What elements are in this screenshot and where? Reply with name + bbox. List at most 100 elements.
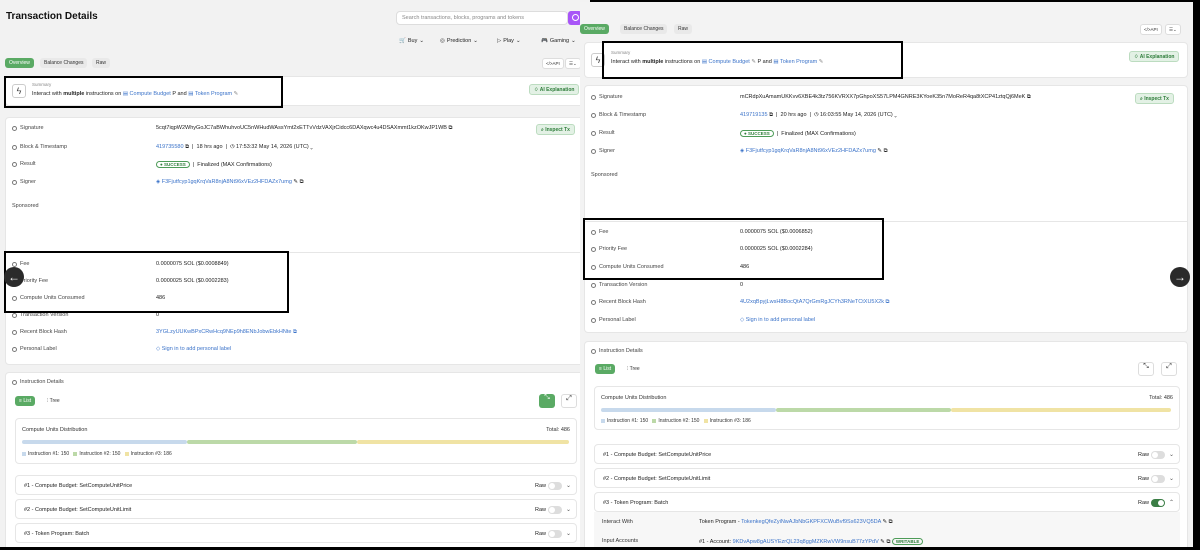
chevron-down-icon: ⌄ [571, 38, 576, 44]
edit-icon[interactable]: ✎ [877, 148, 882, 154]
tab-overview[interactable]: Overview [580, 24, 609, 34]
wallet-icon: ◈ [156, 179, 161, 185]
search-input[interactable]: Search transactions, blocks, programs an… [396, 11, 568, 25]
chevron-up-icon[interactable]: ⌃ [1169, 499, 1174, 506]
sign-in-link[interactable]: Sign in to add personal label [162, 346, 231, 352]
inspect-icon: ⌕ [541, 127, 544, 133]
signature-value[interactable]: mCRdpXuAmamUKKvv6XBE4k3tz756KVRXX7pGhpoX… [740, 94, 1031, 101]
sponsored-label: Sponsored [591, 172, 618, 178]
copy-icon[interactable]: ⧉ [293, 329, 297, 335]
account-address-link[interactable]: 9KDvApw8gAUSYEzrQL23q8ggMZKRwVW9nsuB77zY… [733, 539, 879, 545]
instruction-row[interactable]: #3 - Token Program: Batch Raw ⌄ [15, 523, 577, 543]
info-icon [591, 130, 596, 136]
copy-icon[interactable]: ⧉ [886, 539, 890, 545]
next-arrow-icon[interactable]: → [1170, 267, 1190, 287]
inspect-tx-button[interactable]: ⌕ Inspect Tx [1135, 93, 1174, 104]
instruction-row[interactable]: #1 - Compute Budget: SetComputeUnitPrice… [594, 444, 1180, 464]
raw-toggle[interactable] [548, 506, 562, 514]
copy-icon[interactable]: ⧉ [1027, 94, 1031, 100]
instruction-row[interactable]: #2 - Compute Budget: SetComputeUnitLimit… [594, 468, 1180, 488]
copy-icon[interactable]: ⧉ [769, 112, 773, 118]
signer-link[interactable]: F3Fjutfcyp1gqKrqVaR8njA8Nt96xVEz2HFDAZx7… [746, 148, 876, 154]
interact-with-value: Token Program - TokenkegQfeZyiNwAJbNbGKP… [699, 519, 893, 525]
copy-icon[interactable]: ⧉ [300, 179, 304, 185]
view-list-tab[interactable]: ≡ List [595, 364, 616, 374]
cu-bar-instruction-3 [951, 408, 1171, 412]
tx-version-value: 0 [740, 282, 744, 288]
edit-icon[interactable]: ✎ [293, 179, 298, 185]
nav-gaming[interactable]: 🎮 Gaming ⌄ [541, 38, 576, 44]
tab-overview[interactable]: Overview [5, 58, 34, 68]
nav-buy[interactable]: 🛒 Buy ⌄ [399, 38, 424, 44]
instruction-row[interactable]: #3 - Token Program: Batch Raw ⌃ [594, 492, 1180, 512]
edit-icon[interactable]: ✎ [880, 539, 885, 545]
view-list-tab[interactable]: ≡ List [15, 396, 36, 406]
chevron-down-icon[interactable]: ⌄ [894, 112, 897, 118]
menu-button[interactable]: ☰⌄ [565, 58, 581, 69]
block-link[interactable]: 419735580 [156, 144, 184, 150]
copy-icon[interactable]: ⧉ [889, 519, 893, 525]
chevron-down-icon[interactable]: ⌄ [1169, 475, 1174, 482]
list-icon: ≡ [19, 398, 22, 404]
chevron-down-icon[interactable]: ⌄ [566, 530, 571, 537]
ai-explanation-button[interactable]: ♢ AI Explanation [529, 84, 580, 95]
copy-icon[interactable]: ⧉ [185, 144, 189, 150]
program-address-link[interactable]: TokenkegQfeZyiNwAJbNbGKPFXCWuBvf9Ss623VQ… [741, 519, 881, 525]
nav-prediction[interactable]: ◎ Prediction ⌄ [440, 38, 478, 44]
success-badge: ● SUCCESS [740, 130, 774, 137]
collapse-icon[interactable]: ⤡ [539, 394, 555, 408]
sign-in-link[interactable]: Sign in to add personal label [746, 317, 815, 323]
tab-balance-changes[interactable]: Balance Changes [40, 58, 88, 68]
signature-value[interactable]: 5cqt7iqpW2WhyGoJC7aBWhuhvoUC5nWHudWAssYm… [156, 125, 452, 132]
menu-button[interactable]: ☰⌄ [1165, 24, 1181, 35]
gamepad-icon: 🎮 [541, 38, 548, 44]
api-button[interactable]: </>API [1140, 24, 1162, 35]
api-button[interactable]: </>API [542, 58, 564, 69]
inspect-tx-button[interactable]: ⌕ Inspect Tx [536, 124, 575, 135]
copy-icon[interactable]: ⧉ [884, 148, 888, 154]
raw-toggle[interactable] [548, 482, 562, 490]
previous-arrow-icon[interactable]: ← [4, 267, 24, 287]
clock-icon: ◷ [230, 144, 235, 150]
signer-label: Signer [12, 179, 36, 185]
tab-raw[interactable]: Raw [92, 58, 111, 68]
expand-icon[interactable]: ⤢ [561, 394, 577, 408]
block-hash-link[interactable]: 4U2xqBpyjLwsH8BocQtA7QrGmRgJCYh3RNeTCtXU… [740, 299, 884, 305]
copy-icon[interactable]: ⧉ [449, 125, 453, 131]
raw-toggle[interactable] [1151, 499, 1165, 507]
info-icon [591, 282, 596, 288]
signer-link[interactable]: F3Fjutfcyp1gqKrqVaR8njA8Nt96xVEz2HFDAZx7… [162, 179, 292, 185]
info-icon [12, 125, 17, 131]
tab-raw[interactable]: Raw [674, 24, 693, 34]
ai-explanation-button[interactable]: ♢ AI Explanation [1129, 51, 1180, 62]
nav-play[interactable]: ▷ Play ⌄ [497, 38, 521, 44]
chevron-down-icon[interactable]: ⌄ [310, 144, 313, 150]
signer-value: ◈ F3Fjutfcyp1gqKrqVaR8njA8Nt96xVEz2HFDAZ… [740, 148, 888, 155]
raw-toggle[interactable] [1151, 451, 1165, 459]
signer-value: ◈ F3Fjutfcyp1gqKrqVaR8njA8Nt96xVEz2HFDAZ… [156, 179, 304, 186]
tab-balance-changes[interactable]: Balance Changes [620, 24, 668, 34]
block-hash-value: 3YGLzyUUKwBPxCRwHcq9NEp9h8ENbJobwEbkHNte… [156, 329, 297, 336]
view-tree-tab[interactable]: ⫶ Tree [623, 364, 644, 374]
result-value: ● SUCCESS | Finalized (MAX Confirmations… [740, 130, 856, 137]
view-tree-tab[interactable]: ⫶ Tree [43, 396, 64, 406]
expand-icon[interactable]: ⤢ [1161, 362, 1177, 376]
collapse-icon[interactable]: ⤡ [1138, 362, 1154, 376]
input-accounts-label: Input Accounts [602, 538, 639, 544]
copy-icon[interactable]: ⧉ [886, 299, 890, 305]
raw-toggle[interactable] [548, 530, 562, 538]
block-label: Block & Timestamp [591, 112, 646, 118]
chevron-down-icon[interactable]: ⌄ [566, 506, 571, 513]
chevron-down-icon[interactable]: ⌄ [1169, 451, 1174, 458]
highlight-box-fees [4, 251, 289, 313]
block-link[interactable]: 419719135 [740, 112, 768, 118]
instruction-row[interactable]: #2 - Compute Budget: SetComputeUnitLimit… [15, 499, 577, 519]
chevron-down-icon[interactable]: ⌄ [566, 482, 571, 489]
edit-icon[interactable]: ✎ [883, 519, 888, 525]
instruction-row[interactable]: #1 - Compute Budget: SetComputeUnitPrice… [15, 475, 577, 495]
block-hash-link[interactable]: 3YGLzyUUKwBPxCRwHcq9NEp9h8ENbJobwEbkHNte [156, 329, 291, 335]
raw-toggle[interactable] [1151, 475, 1165, 483]
result-label: Result [12, 161, 36, 167]
info-icon [12, 346, 17, 352]
block-hash-value: 4U2xqBpyjLwsH8BocQtA7QrGmRgJCYh3RNeTCtXU… [740, 299, 889, 306]
